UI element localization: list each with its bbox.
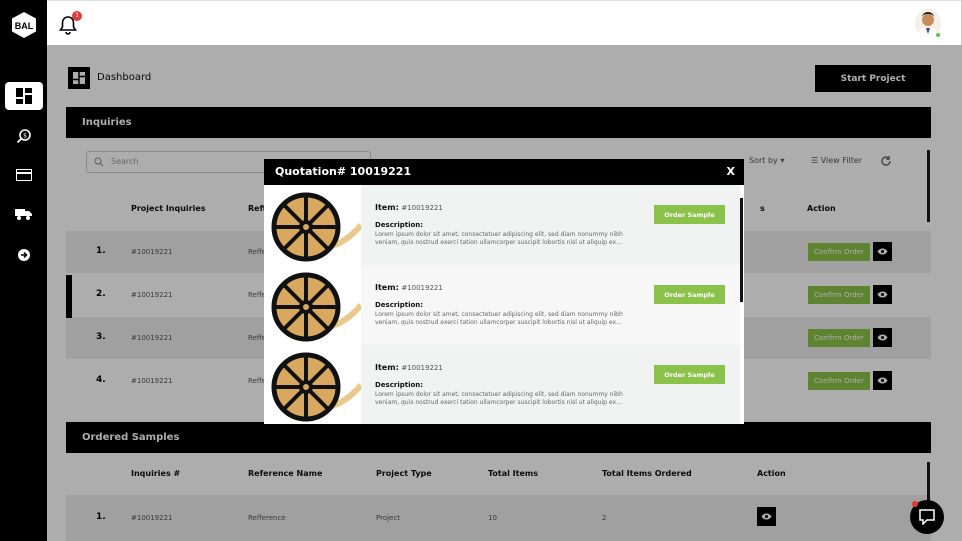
col-inquiries-number: Inquiries # [131, 469, 181, 478]
delivery-truck-icon [15, 209, 32, 220]
top-bar: 1 [47, 0, 962, 45]
description-label: Description: [375, 301, 424, 309]
led-strip-image [266, 265, 364, 345]
description-text: Lorem ipsum dolor sit amet, consectetuer… [375, 391, 623, 406]
row-type: Project [376, 514, 400, 522]
view-filter-button[interactable]: ☰ View Filter [811, 156, 862, 165]
row-number: 1. [96, 512, 106, 522]
sort-by-dropdown[interactable]: Sort by ▾ [749, 156, 784, 165]
view-eye-icon[interactable] [873, 328, 892, 347]
row-id: #10019221 [131, 377, 173, 385]
credit-card-icon [16, 169, 32, 181]
row-number: 3. [96, 332, 106, 342]
row-total: 10 [488, 514, 497, 522]
active-row-marker [66, 275, 72, 318]
item-label: Item: [375, 203, 399, 212]
col-project-type: Project Type [376, 469, 432, 478]
order-sample-button[interactable]: Order Sample [654, 205, 725, 224]
view-eye-icon[interactable] [757, 507, 776, 526]
refresh-icon[interactable] [880, 155, 892, 167]
search-placeholder: Search [111, 157, 139, 166]
row-id: #10019221 [131, 291, 173, 299]
svg-text:$: $ [23, 133, 27, 140]
led-strip-image [266, 185, 364, 265]
sidebar-item-logout[interactable] [5, 241, 43, 269]
item-value: #10019221 [401, 204, 443, 212]
close-icon[interactable]: X [727, 165, 735, 178]
col-action: Action [757, 469, 786, 478]
start-project-button[interactable]: Start Project [815, 65, 931, 92]
row-ref: Refference [248, 514, 286, 522]
search-icon [94, 157, 104, 167]
ordered-samples-panel: Ordered Samples Inquiries # Reference Na… [66, 422, 931, 541]
quotation-item: Item: #10019221 Description: Lorem ipsum… [264, 265, 740, 345]
svg-text:BAL: BAL [15, 21, 34, 31]
dashboard-icon [16, 88, 32, 104]
sort-by-label: Sort by [749, 156, 778, 165]
col-status: s [760, 204, 765, 213]
quotation-modal: Quotation# 10019221 X Item: #10019221 De… [264, 159, 744, 424]
description-text: Lorem ipsum dolor sit amet, consectetuer… [375, 311, 623, 326]
filter-lines-icon: ☰ [811, 156, 819, 165]
row-number: 2. [96, 289, 106, 299]
description-label: Description: [375, 221, 424, 229]
row-id: #10019221 [131, 334, 173, 342]
sidebar-item-inquiries[interactable]: $ [5, 122, 43, 150]
chat-bubble-icon [919, 509, 935, 525]
quotation-item-body: Item: #10019221 Description: Lorem ipsum… [361, 185, 740, 265]
inquiries-title: Inquiries [66, 107, 931, 138]
row-number: 4. [96, 375, 106, 385]
confirm-order-button[interactable]: Confirm Order [808, 286, 870, 304]
sidebar-item-payments[interactable] [5, 161, 43, 189]
sidebar-item-delivery[interactable] [5, 200, 43, 228]
modal-scrollbar[interactable] [740, 198, 743, 302]
quotation-item-body: Item: #10019221 Description: Lorem ipsum… [361, 345, 740, 424]
dashboard-header-icon [68, 67, 90, 89]
item-value: #10019221 [401, 284, 443, 292]
item-label: Item: [375, 283, 399, 292]
chevron-down-icon: ▾ [780, 156, 785, 165]
row-ordered: 2 [602, 514, 607, 522]
confirm-order-button[interactable]: Confirm Order [808, 243, 870, 261]
quotation-item: Item: #10019221 Description: Lorem ipsum… [264, 185, 740, 265]
panel-scrollbar[interactable] [927, 150, 930, 222]
confirm-order-button[interactable]: Confirm Order [808, 372, 870, 390]
col-project-inquiries: Project Inquiries [131, 204, 206, 213]
order-sample-button[interactable]: Order Sample [654, 285, 725, 304]
modal-title: Quotation# 10019221 [264, 159, 744, 185]
notification-badge: 1 [72, 11, 82, 21]
row-id: #10019221 [131, 514, 173, 522]
view-eye-icon[interactable] [873, 242, 892, 261]
col-total-items: Total Items [488, 469, 538, 478]
col-total-items-ordered: Total Items Ordered [602, 469, 692, 478]
online-status-dot [935, 32, 941, 38]
order-sample-button[interactable]: Order Sample [654, 365, 725, 384]
view-eye-icon[interactable] [873, 285, 892, 304]
table-row[interactable]: 1. #10019221 Refference Project 10 2 [66, 495, 931, 541]
sidebar-item-dashboard[interactable] [5, 82, 43, 110]
item-label: Item: [375, 363, 399, 372]
search-dollar-icon: $ [16, 129, 31, 144]
page-title: Dashboard [97, 72, 152, 83]
col-reference-name: Reference Name [248, 469, 323, 478]
row-id: #10019221 [131, 248, 173, 256]
sidebar: BAL $ [0, 0, 47, 541]
led-strip-image [266, 345, 364, 424]
bal-logo[interactable]: BAL [10, 11, 38, 39]
view-filter-label: View Filter [820, 156, 863, 165]
quotation-item-body: Item: #10019221 Description: Lorem ipsum… [361, 265, 740, 345]
ordered-samples-title: Ordered Samples [66, 422, 931, 453]
view-eye-icon[interactable] [873, 371, 892, 390]
panel-scrollbar[interactable] [927, 462, 930, 502]
row-number: 1. [96, 246, 106, 256]
item-value: #10019221 [401, 364, 443, 372]
confirm-order-button[interactable]: Confirm Order [808, 329, 870, 347]
logout-arrow-icon [18, 249, 30, 261]
description-text: Lorem ipsum dolor sit amet, consectetuer… [375, 231, 623, 246]
description-label: Description: [375, 381, 424, 389]
col-action: Action [807, 204, 836, 213]
quotation-item: Item: #10019221 Description: Lorem ipsum… [264, 345, 740, 424]
chat-notification-dot [912, 501, 918, 507]
